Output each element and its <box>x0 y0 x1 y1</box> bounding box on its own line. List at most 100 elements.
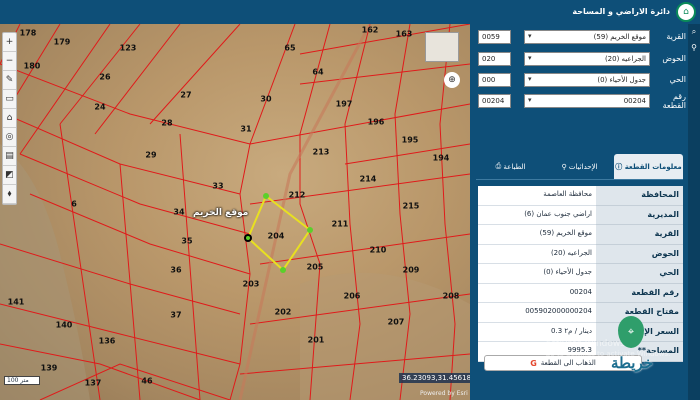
plot-label: 207 <box>387 317 405 327</box>
side-strip: ⌕ ⚲ <box>688 24 700 400</box>
overview-map[interactable] <box>425 32 459 62</box>
plot-label: 208 <box>442 291 460 301</box>
plot-label: 206 <box>343 291 361 301</box>
zoom-in-icon[interactable]: + <box>3 33 16 52</box>
home-icon[interactable]: ⌂ <box>3 109 16 128</box>
tab-print[interactable]: ⎙ الطباعة <box>476 154 545 180</box>
village-code-input[interactable]: 0059 <box>478 30 511 44</box>
target-icon[interactable]: ◎ <box>3 128 16 147</box>
print-icon: ⎙ <box>495 162 504 170</box>
plot-label: 196 <box>367 117 385 127</box>
chevron-down-icon: ▾ <box>528 54 532 62</box>
map-attribution: Powered by Esri <box>420 390 468 397</box>
plot-label: 194 <box>432 153 450 163</box>
tab-coordinates[interactable]: ⚲ الإحداثيات <box>545 154 614 180</box>
plot-label: 162 <box>361 25 379 35</box>
village-select[interactable]: ▾ موقع الخريم (59) <box>524 30 650 44</box>
plot-label: 203 <box>242 279 260 289</box>
neighborhood-select[interactable]: ▾ جدول الأحياء (0) <box>524 73 650 87</box>
plot-label: 26 <box>99 72 111 82</box>
goto-parcel-label: الذهاب الى القطعة <box>540 359 596 367</box>
plot-label: 210 <box>369 245 387 255</box>
locate-icon[interactable]: ⊕ <box>444 72 460 88</box>
info-value: 00204 <box>478 283 596 303</box>
info-key: الحوض <box>596 244 683 264</box>
info-value: جدول الأحياء (0) <box>478 264 596 284</box>
plot-label: 180 <box>23 61 41 71</box>
basin-code-input[interactable]: 020 <box>478 52 511 66</box>
plot-label: 202 <box>274 307 292 317</box>
chevron-down-icon: ▾ <box>528 96 532 104</box>
basin-select[interactable]: ▾ الجراعيه (20) <box>524 52 650 66</box>
plot-label: 215 <box>402 201 420 211</box>
brand-name: خريطة <box>610 354 654 372</box>
info-row: اراضي جنوب عمان (6) المديرية <box>478 205 683 225</box>
neighborhood-code-input[interactable]: 000 <box>478 73 511 87</box>
plot-label: رقم القطعة <box>662 92 686 110</box>
plot-label: 178 <box>19 28 37 38</box>
app-title: دائرة الاراضي و المساحة <box>572 7 670 16</box>
plot-label: 46 <box>141 376 153 386</box>
measure-icon[interactable]: ▭ <box>3 90 16 109</box>
plot-label: 31 <box>240 124 252 134</box>
plot-label: 37 <box>170 310 182 320</box>
plot-label: 197 <box>335 99 353 109</box>
chart-icon[interactable]: ◩ <box>3 166 16 185</box>
info-key: القرية <box>596 225 683 245</box>
zoom-out-icon[interactable]: − <box>3 52 16 71</box>
draw-icon[interactable]: ✎ <box>3 71 16 90</box>
neighborhood-row: 000 ▾ جدول الأحياء (0) الحي <box>478 73 686 87</box>
plot-label: 209 <box>402 265 420 275</box>
land-dept-logo-icon: ⌂ <box>676 2 696 22</box>
chevron-down-icon: ▾ <box>528 32 532 40</box>
basin-label: الحوض <box>662 54 686 63</box>
info-key: الحي <box>596 264 683 284</box>
plot-label: 24 <box>94 102 106 112</box>
plot-label: 65 <box>284 43 296 53</box>
plot-code-input[interactable]: 00204 <box>478 94 511 108</box>
app-header: دائرة الاراضي و المساحة ⌂ <box>0 0 700 24</box>
info-row: موقع الخريم (59) القرية <box>478 225 683 245</box>
plot-label: 205 <box>306 262 324 272</box>
plot-label: 213 <box>312 147 330 157</box>
plot-label: 6 <box>71 199 77 209</box>
tab-parcel-info-label: معلومات القطعة <box>624 162 682 171</box>
tab-coordinates-label: الإحداثيات <box>568 162 598 171</box>
plot-label: 136 <box>98 336 116 346</box>
info-row: 00204 رقم القطعة <box>478 283 683 303</box>
location-pin-icon[interactable]: ⚲ <box>688 40 700 56</box>
plot-label: 34 <box>173 207 185 217</box>
plot-label: 141 <box>7 297 25 307</box>
plot-label: 123 <box>119 43 137 53</box>
plot-label: 163 <box>395 29 413 39</box>
compass-icon[interactable]: ⬧ <box>3 185 16 204</box>
plot-label: 204 <box>267 231 285 241</box>
map-pin-icon: ⌖ <box>618 316 644 348</box>
plot-label: 211 <box>331 219 349 229</box>
info-key: رقم القطعة <box>596 283 683 303</box>
info-value: الجراعيه (20) <box>478 244 596 264</box>
plot-label: 36 <box>170 265 182 275</box>
plot-label: 139 <box>40 363 58 373</box>
brand-logo: ⌖ خريطة <box>600 314 664 386</box>
google-icon: G <box>530 358 537 368</box>
tab-parcel-info[interactable]: ⓘ معلومات القطعة <box>614 154 683 180</box>
plot-select[interactable]: ▾ 00204 <box>524 94 650 108</box>
info-value: محافظة العاصمة <box>478 186 596 206</box>
info-row: جدول الأحياء (0) الحي <box>478 264 683 284</box>
info-row: الجراعيه (20) الحوض <box>478 244 683 264</box>
layers-icon[interactable]: ▤ <box>3 147 16 166</box>
plot-label: 137 <box>84 378 102 388</box>
village-label: القرية <box>666 32 686 41</box>
info-icon: ⓘ <box>615 162 625 171</box>
search-icon[interactable]: ⌕ <box>688 24 700 40</box>
map-toolbar: + − ✎ ▭ ⌂ ◎ ▤ ◩ ⬧ <box>2 32 17 205</box>
basin-value: الجراعيه (20) <box>604 55 646 63</box>
map-view[interactable]: 178 179 123 162 163 180 26 65 64 24 27 3… <box>0 24 470 400</box>
basin-row: 020 ▾ الجراعيه (20) الحوض <box>478 52 686 66</box>
village-value: موقع الخريم (59) <box>593 33 646 41</box>
plot-row: 00204 ▾ 00204 رقم القطعة <box>478 92 686 110</box>
coordinate-readout: 36.23093,31.45618 <box>399 373 470 383</box>
plot-label: 29 <box>145 150 157 160</box>
plot-label: 35 <box>181 236 193 246</box>
